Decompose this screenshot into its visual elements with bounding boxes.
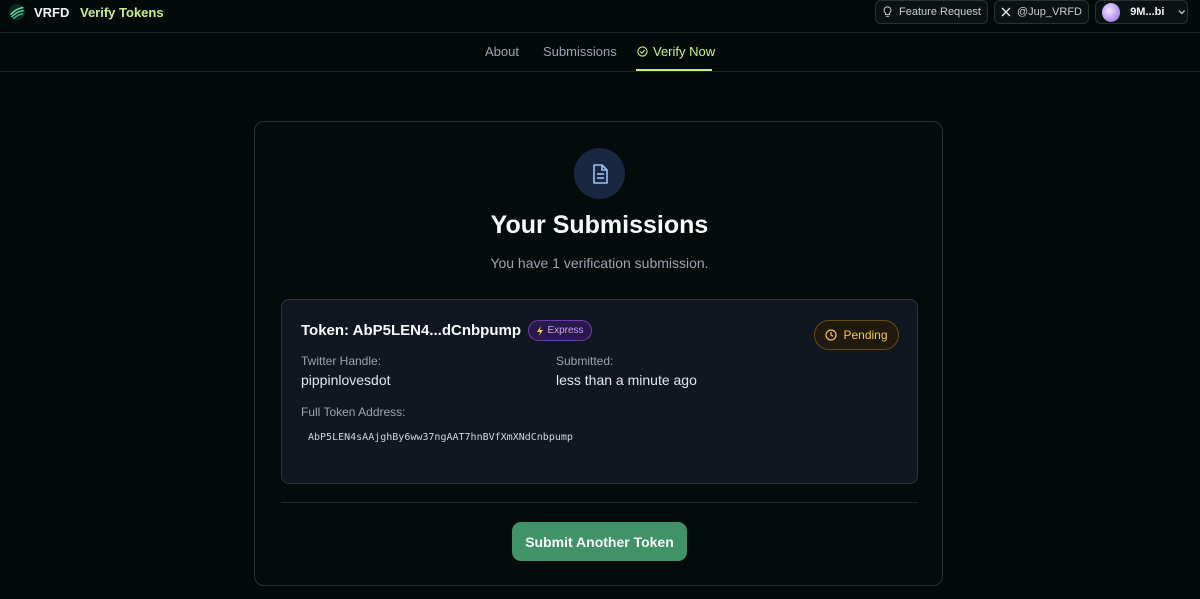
submitted-value: less than a minute ago [556, 372, 697, 388]
twitter-handle-label: @Jup_VRFD [1017, 6, 1082, 18]
wallet-address: 9M...bi [1130, 6, 1165, 18]
lightning-icon [537, 325, 544, 336]
section-title[interactable]: Verify Tokens [80, 5, 164, 20]
chevron-down-icon [1178, 10, 1186, 15]
submission-item: Token: AbP5LEN4...dCnbpump Express Pendi… [281, 299, 918, 484]
divider [281, 502, 918, 503]
nav-tabs: About Submissions Verify Now [0, 33, 1200, 72]
submissions-card: Your Submissions You have 1 verification… [254, 121, 943, 586]
lightbulb-icon [883, 6, 892, 17]
check-circle-icon [637, 46, 648, 57]
x-logo-icon [1001, 7, 1011, 17]
document-icon [592, 163, 608, 184]
status-label: Pending [843, 328, 888, 342]
logo-icon[interactable] [8, 3, 26, 21]
status-badge: Pending [814, 320, 899, 350]
active-tab-indicator [636, 69, 712, 71]
brand-name[interactable]: VRFD [34, 5, 69, 20]
page-title: Your Submissions [490, 211, 709, 239]
clock-icon [825, 329, 838, 341]
feature-request-button[interactable]: Feature Request [875, 0, 988, 24]
page-subtitle: You have 1 verification submission. [490, 255, 709, 271]
submit-another-token-button[interactable]: Submit Another Token [512, 522, 687, 561]
wallet-button[interactable]: 9M...bi [1095, 0, 1188, 24]
feature-request-label: Feature Request [899, 6, 981, 18]
twitter-handle-value: pippinlovesdot [301, 372, 391, 388]
full-token-address-label: Full Token Address: [301, 405, 406, 419]
tab-about[interactable]: About [485, 44, 519, 59]
express-badge: Express [528, 320, 592, 341]
tab-submissions[interactable]: Submissions [543, 44, 617, 59]
twitter-handle-field-label: Twitter Handle: [301, 354, 382, 368]
twitter-link-button[interactable]: @Jup_VRFD [994, 0, 1089, 24]
submitted-field-label: Submitted: [556, 354, 614, 368]
top-bar: VRFD Verify Tokens Feature Request @Jup_… [0, 0, 1200, 33]
document-icon-badge [574, 148, 625, 199]
avatar [1102, 2, 1121, 22]
token-label: Token: AbP5LEN4...dCnbpump [301, 322, 521, 339]
tab-verify-now[interactable]: Verify Now [637, 44, 715, 59]
tab-verify-now-label: Verify Now [653, 44, 716, 59]
full-token-address-value[interactable]: AbP5LEN4sAAjghBy6ww37ngAAT7hnBVfXmXNdCnb… [308, 432, 573, 443]
express-badge-label: Express [547, 325, 584, 336]
